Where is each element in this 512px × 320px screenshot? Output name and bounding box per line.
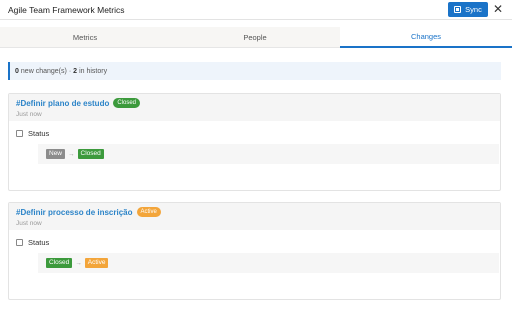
change-card: #Definir processo de inscrição Active Ju… <box>8 202 501 300</box>
history-count: 2 <box>73 67 78 75</box>
sync-icon <box>454 6 462 13</box>
history-label: in history <box>79 67 108 75</box>
change-card-header: #Definir plano de estudo Closed Just now <box>9 94 500 121</box>
summary-separator: · <box>68 67 72 75</box>
field-checkbox[interactable] <box>16 130 23 137</box>
field-name: Status <box>28 129 50 138</box>
sync-button-label: Sync <box>465 5 482 14</box>
change-card: #Definir plano de estudo Closed Just now… <box>8 93 501 191</box>
change-item-title[interactable]: #Definir processo de inscrição <box>16 208 133 217</box>
from-status-tag: New <box>46 149 66 159</box>
change-item-title[interactable]: #Definir plano de estudo <box>16 99 109 108</box>
arrow-icon: → <box>75 259 82 267</box>
change-field: Status Closed → Active <box>9 230 500 281</box>
tab-bar: Metrics People Changes <box>0 27 512 48</box>
arrow-icon: → <box>68 150 75 158</box>
status-transition: Closed → Active <box>38 253 499 273</box>
new-label: new change(s) <box>20 67 67 75</box>
status-transition: New → Closed <box>38 144 499 164</box>
changes-summary: 0 new change(s) · 2 in history <box>8 62 501 80</box>
change-timestamp: Just now <box>16 220 42 227</box>
to-status-tag: Closed <box>77 149 104 159</box>
change-timestamp: Just now <box>16 111 42 118</box>
sync-button[interactable]: Sync <box>448 2 488 17</box>
close-icon[interactable]: ✕ <box>492 3 504 15</box>
tab-people[interactable]: People <box>170 27 340 48</box>
status-badge: Active <box>136 207 161 217</box>
from-status-tag: Closed <box>46 258 73 268</box>
change-card-header: #Definir processo de inscrição Active Ju… <box>9 203 500 230</box>
field-checkbox[interactable] <box>16 239 23 246</box>
field-name: Status <box>28 238 50 247</box>
new-count: 0 <box>15 67 19 75</box>
to-status-tag: Active <box>84 258 109 268</box>
window-titlebar: Agile Team Framework Metrics Sync ✕ <box>0 0 512 20</box>
change-field: Status New → Closed <box>9 121 500 172</box>
window-title: Agile Team Framework Metrics <box>8 5 125 15</box>
status-badge: Closed <box>113 98 141 108</box>
tab-metrics[interactable]: Metrics <box>0 27 170 48</box>
tab-changes[interactable]: Changes <box>340 27 512 48</box>
